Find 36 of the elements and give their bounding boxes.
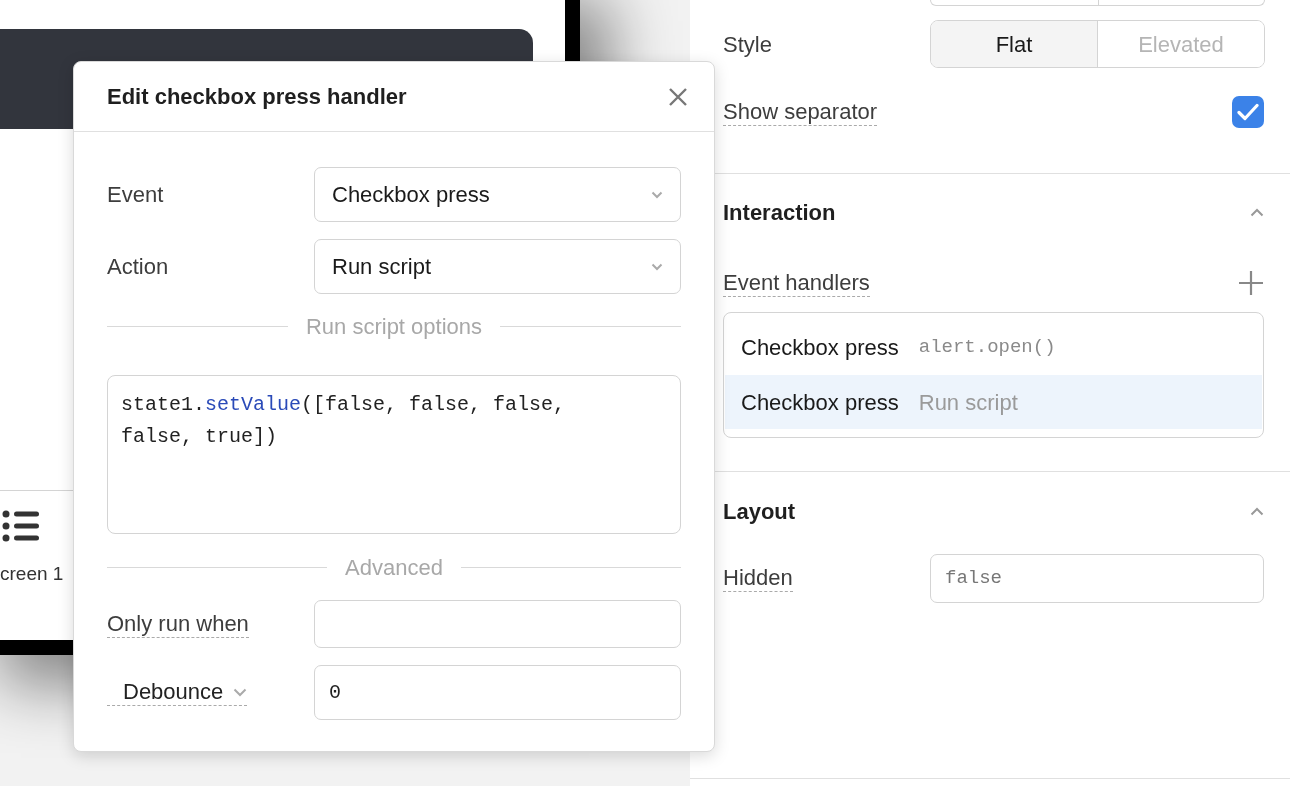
handler-action: Run script [918,388,1018,417]
caret-icon [651,262,663,271]
caret-icon [651,190,663,199]
style-label: Style [723,30,772,59]
hidden-label: Hidden [723,565,793,592]
handler-event: Checkbox press [741,388,899,417]
add-icon[interactable] [1238,270,1264,296]
handler-event: Checkbox press [741,333,899,362]
script-code: state1.setValue([false, false, false, false, true]) [121,392,567,450]
hidden-input-field[interactable]: false [930,554,1264,603]
debounce-dropdown[interactable]: Debounce [107,679,248,706]
dialog-title: Edit checkbox press handler [107,83,407,111]
section-title: Layout [723,497,796,526]
chevron-icon[interactable] [1250,207,1264,217]
section-title: Interaction [723,198,836,227]
section-heading: Advanced [345,553,443,582]
tab-label[interactable]: creen 1 [0,562,64,586]
show-separator-label: Show separator [723,98,878,126]
only-run-when-input-field[interactable] [314,600,681,648]
chevron-icon[interactable] [1250,506,1264,516]
select-dropdown[interactable]: Checkbox press [314,167,681,222]
script-editor[interactable]: state1.setValue([false, false, false, false, true]) [107,375,681,534]
event-handlers-label: Event handlers [723,269,870,297]
field-label: Event [107,181,164,209]
section-heading: Run script options [305,312,483,341]
field-label: Action [107,253,169,281]
select-dropdown[interactable]: Run script [314,239,681,294]
caret-icon [233,687,248,697]
style-option[interactable]: Flat [931,21,1097,67]
only-run-when-label: Only run when [107,610,249,638]
list-icon [2,510,39,543]
debounce-input-field[interactable]: 0 [314,665,681,720]
close-icon[interactable] [668,86,688,107]
show-separator-checkbox[interactable] [1232,96,1264,128]
handler-action: alert.open() [918,334,1056,360]
event-handler-item[interactable]: Checkbox press Run script [725,375,1262,429]
